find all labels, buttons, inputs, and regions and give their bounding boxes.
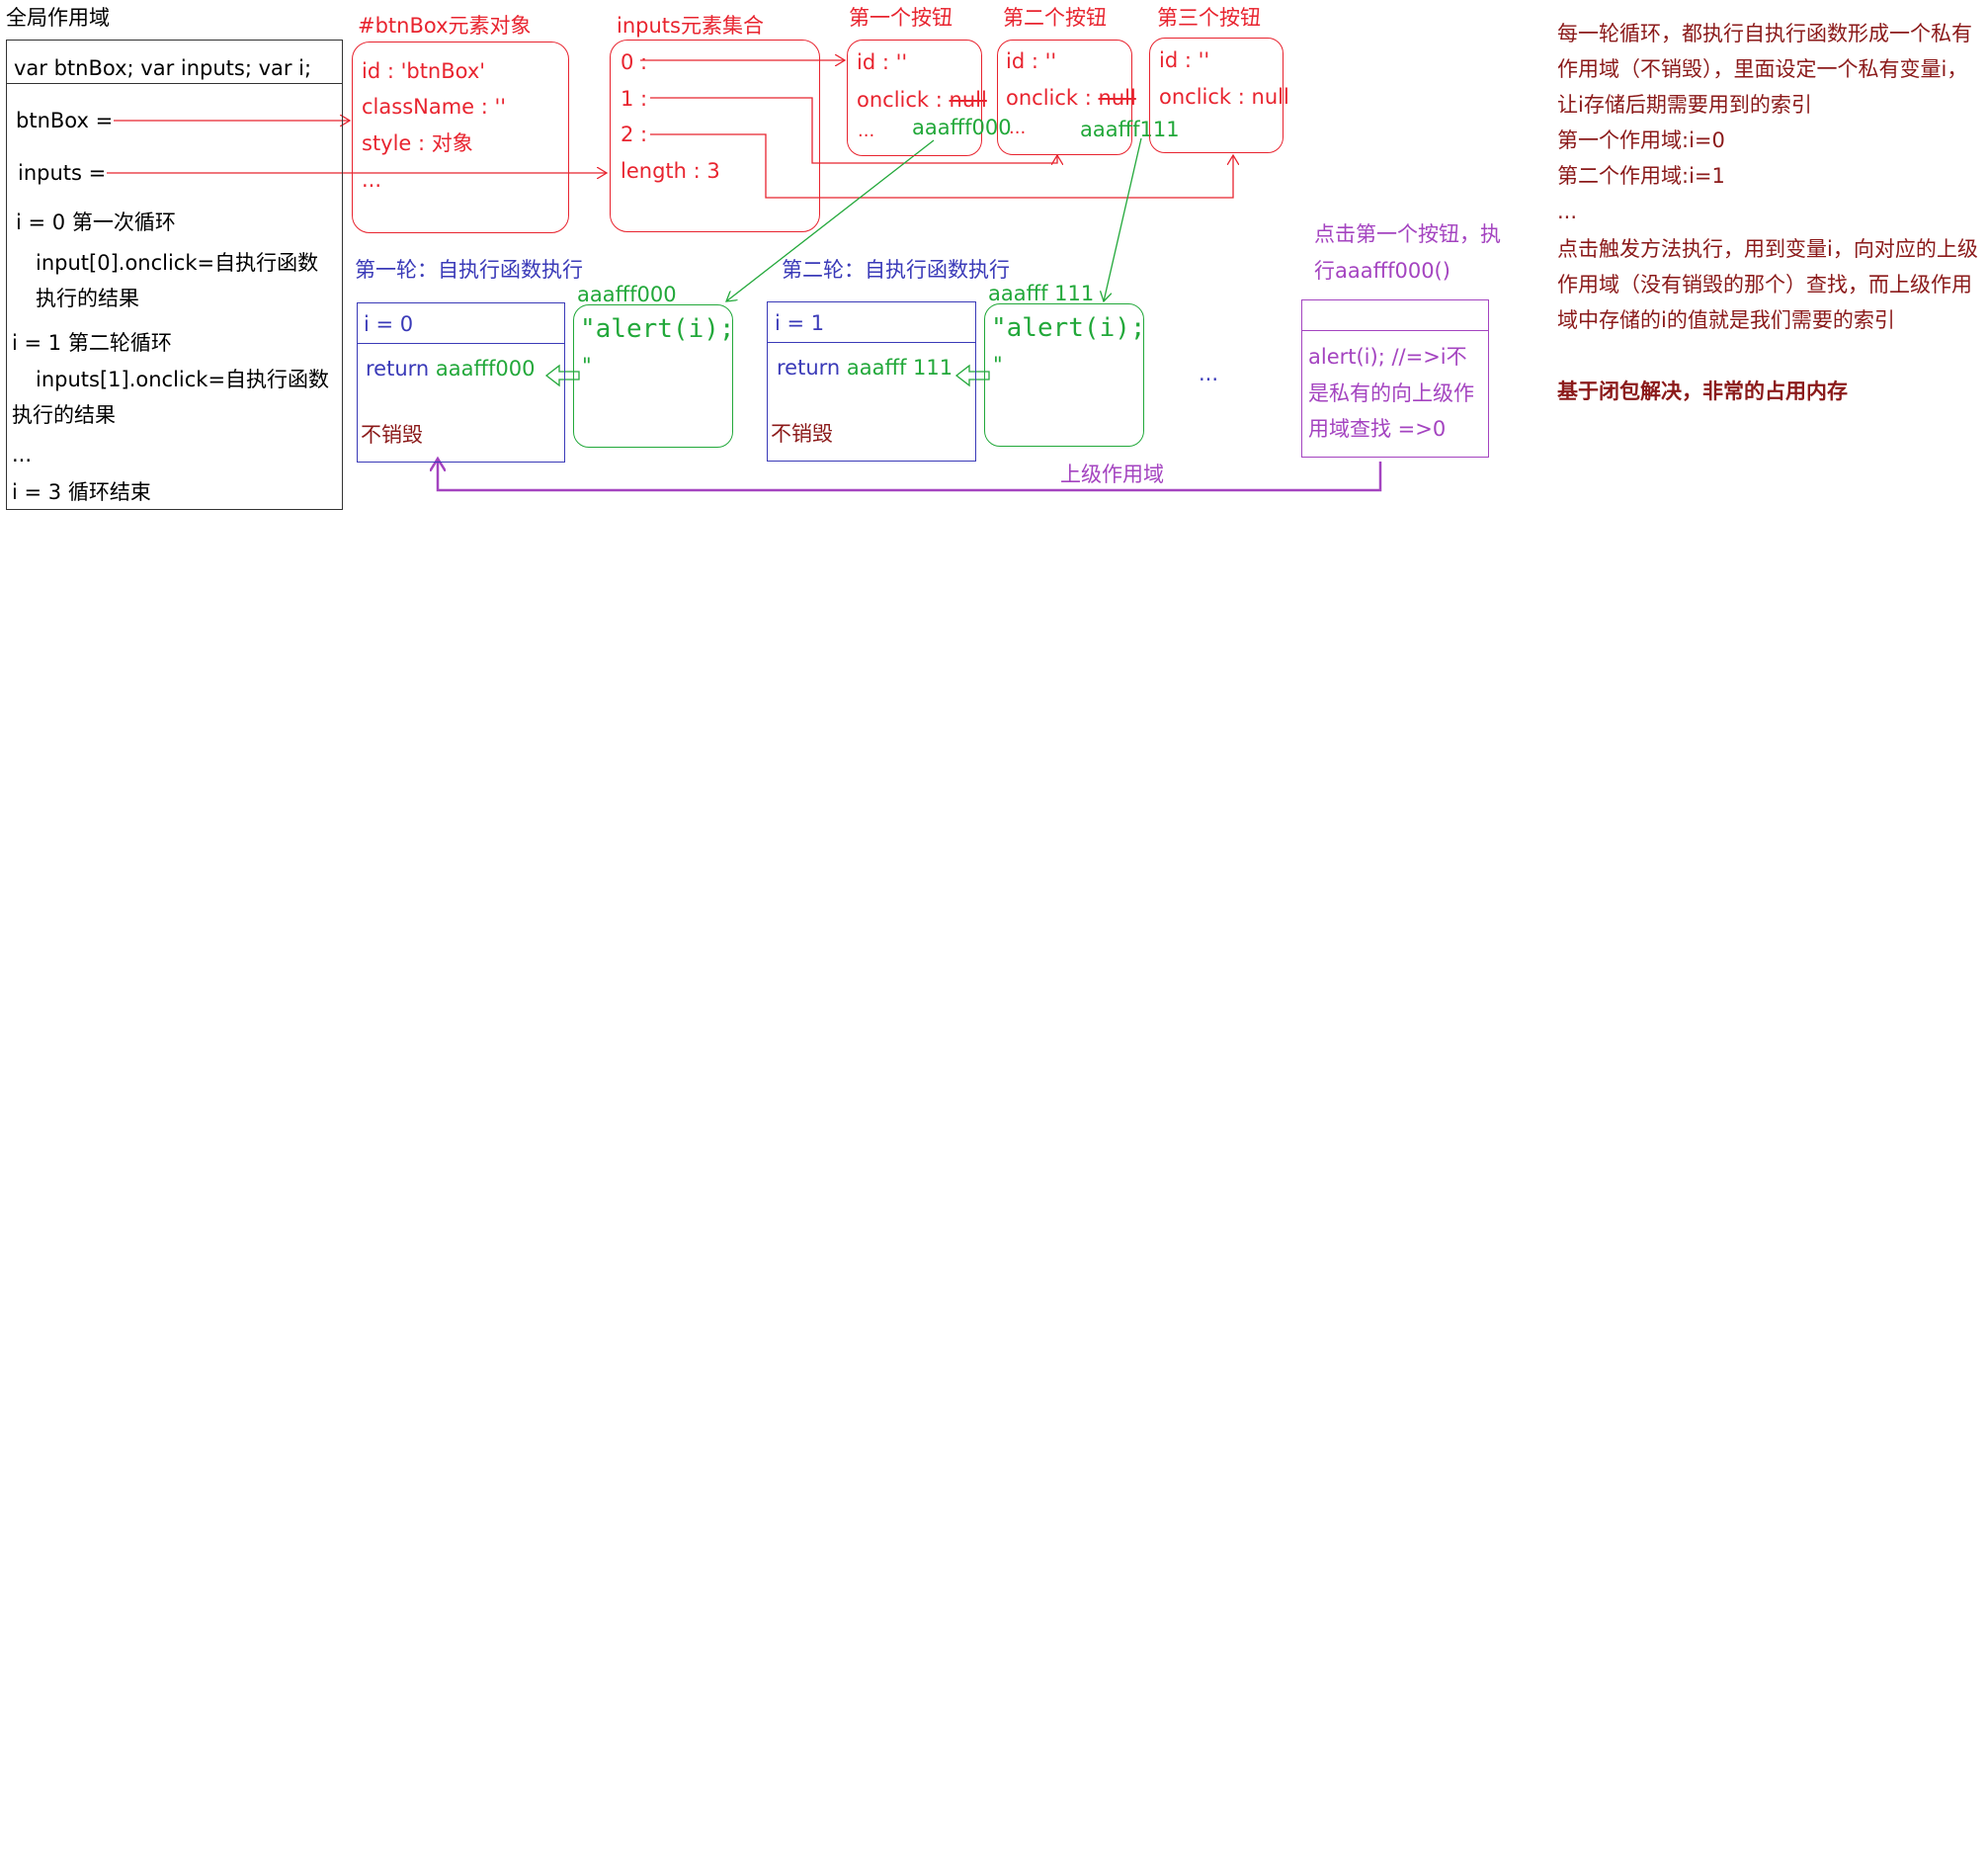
button2-ellipsis: ... xyxy=(1009,118,1027,138)
click-body-line1: alert(i); //=>i不 xyxy=(1308,345,1467,369)
arrow-parent-scope xyxy=(438,459,1382,492)
button3-onclick: onclick : null xyxy=(1159,85,1289,110)
click-title-line1: 点击第一个按钮，执 xyxy=(1314,222,1501,246)
button1-onclick-null: null xyxy=(949,88,987,112)
global-loop0: i = 0 第一次循环 xyxy=(16,211,176,234)
global-scope-title: 全局作用域 xyxy=(6,6,110,30)
more-rounds-ellipsis: ... xyxy=(1199,362,1219,385)
click-body-line3: 用域查找 =>0 xyxy=(1308,417,1447,441)
note-conclusion: 基于闭包解决，非常的占用内存 xyxy=(1557,380,1848,403)
round2-return-ref: aaafff 111 xyxy=(846,356,953,380)
global-loop1: i = 1 第二轮循环 xyxy=(12,331,172,355)
btnbox-id: id : 'btnBox' xyxy=(362,59,486,83)
round1-var: i = 0 xyxy=(364,312,414,336)
round2-fn-code-text: "alert(i); xyxy=(991,313,1146,343)
inputs-title: inputs元素集合 xyxy=(617,14,764,38)
round2-title: 第二轮：自执行函数执行 xyxy=(782,258,1010,282)
round1-keep: 不销毁 xyxy=(361,423,423,447)
btnbox-style: style : 对象 xyxy=(362,131,473,155)
round1-return-keyword: return xyxy=(366,357,430,380)
btnbox-classname: className : '' xyxy=(362,95,507,119)
button1-ellipsis: ... xyxy=(858,121,875,141)
button2-id: id : '' xyxy=(1006,49,1057,73)
arrow-ref1 xyxy=(1104,137,1142,301)
button1-onclick: onclick : null xyxy=(857,88,987,113)
click-divider xyxy=(1302,330,1488,331)
round2-fn-code: "alert(i); xyxy=(991,313,1146,344)
note-line-3: 让i存储后期需要用到的索引 xyxy=(1557,93,1812,117)
global-divider xyxy=(7,83,342,84)
round2-divider xyxy=(768,342,975,343)
note-line-5: 第二个作用域:i=1 xyxy=(1557,164,1725,188)
btnbox-ellipsis: ... xyxy=(362,168,382,192)
button2-title: 第二个按钮 xyxy=(1003,6,1107,30)
global-loop1-result: 执行的结果 xyxy=(12,403,116,427)
button2-onclick-null: null xyxy=(1098,86,1136,110)
note-line-4: 第一个作用域:i=0 xyxy=(1557,128,1725,152)
round2-keep: 不销毁 xyxy=(771,422,833,446)
button3-id: id : '' xyxy=(1159,48,1210,72)
round1-return: return aaafff000 xyxy=(366,357,535,381)
button1-title: 第一个按钮 xyxy=(849,6,953,30)
round1-fn-code: "alert(i); xyxy=(580,314,735,345)
global-loop-end: i = 3 循环结束 xyxy=(12,480,151,504)
round1-divider xyxy=(358,343,564,344)
button2-onclick-label: onclick : xyxy=(1006,86,1099,110)
note-line-6: ... xyxy=(1557,200,1578,223)
global-loop1-assign: inputs[1].onclick=自执行函数 xyxy=(36,368,330,391)
button3-onclick-null: null xyxy=(1251,85,1289,109)
inputs-item0: 0 : xyxy=(621,50,648,74)
button1-onclick-label: onclick : xyxy=(857,88,950,112)
btnbox-title: #btnBox元素对象 xyxy=(358,14,532,38)
round2-var: i = 1 xyxy=(775,311,825,335)
note-line-9: 域中存储的i的值就是我们需要的索引 xyxy=(1557,308,1895,332)
note-line-8: 作用域（没有销毁的那个）查找，而上级作用 xyxy=(1557,273,1972,296)
round2-return: return aaafff 111 xyxy=(777,356,953,380)
button3-title: 第三个按钮 xyxy=(1157,6,1261,30)
global-loop0-result: 执行的结果 xyxy=(36,287,139,310)
round2-return-keyword: return xyxy=(777,356,841,380)
inputs-item1: 1 : xyxy=(621,87,648,111)
global-loop0-assign: input[0].onclick=自执行函数 xyxy=(36,251,319,275)
note-line-2: 作用域（不销毁），里面设定一个私有变量i， xyxy=(1557,57,1968,81)
round1-fn-close: " xyxy=(582,354,592,378)
global-inputs: inputs = xyxy=(18,161,107,185)
global-ellipsis: ... xyxy=(12,443,33,466)
round2-fn-close: " xyxy=(993,353,1003,377)
round1-fn-code-text: "alert(i); xyxy=(580,314,735,344)
round1-title: 第一轮：自执行函数执行 xyxy=(355,258,583,282)
global-declarations: var btnBox; var inputs; var i; xyxy=(14,56,312,80)
button3-onclick-label: onclick : xyxy=(1159,85,1252,109)
round1-return-ref: aaafff000 xyxy=(435,357,536,380)
button2-onclick: onclick : null xyxy=(1006,86,1136,111)
click-title-line2: 行aaafff000() xyxy=(1314,259,1450,283)
inputs-length: length : 3 xyxy=(621,159,720,183)
inputs-item2: 2 : xyxy=(621,123,648,146)
button1-id: id : '' xyxy=(857,50,908,74)
note-line-1: 每一轮循环，都执行自执行函数形成一个私有 xyxy=(1557,22,1972,45)
click-body-line2: 是私有的向上级作 xyxy=(1308,381,1474,405)
parent-scope-label: 上级作用域 xyxy=(1060,463,1164,486)
global-btnbox: btnBox = xyxy=(16,109,114,132)
note-line-7: 点击触发方法执行，用到变量i，向对应的上级 xyxy=(1557,237,1978,261)
